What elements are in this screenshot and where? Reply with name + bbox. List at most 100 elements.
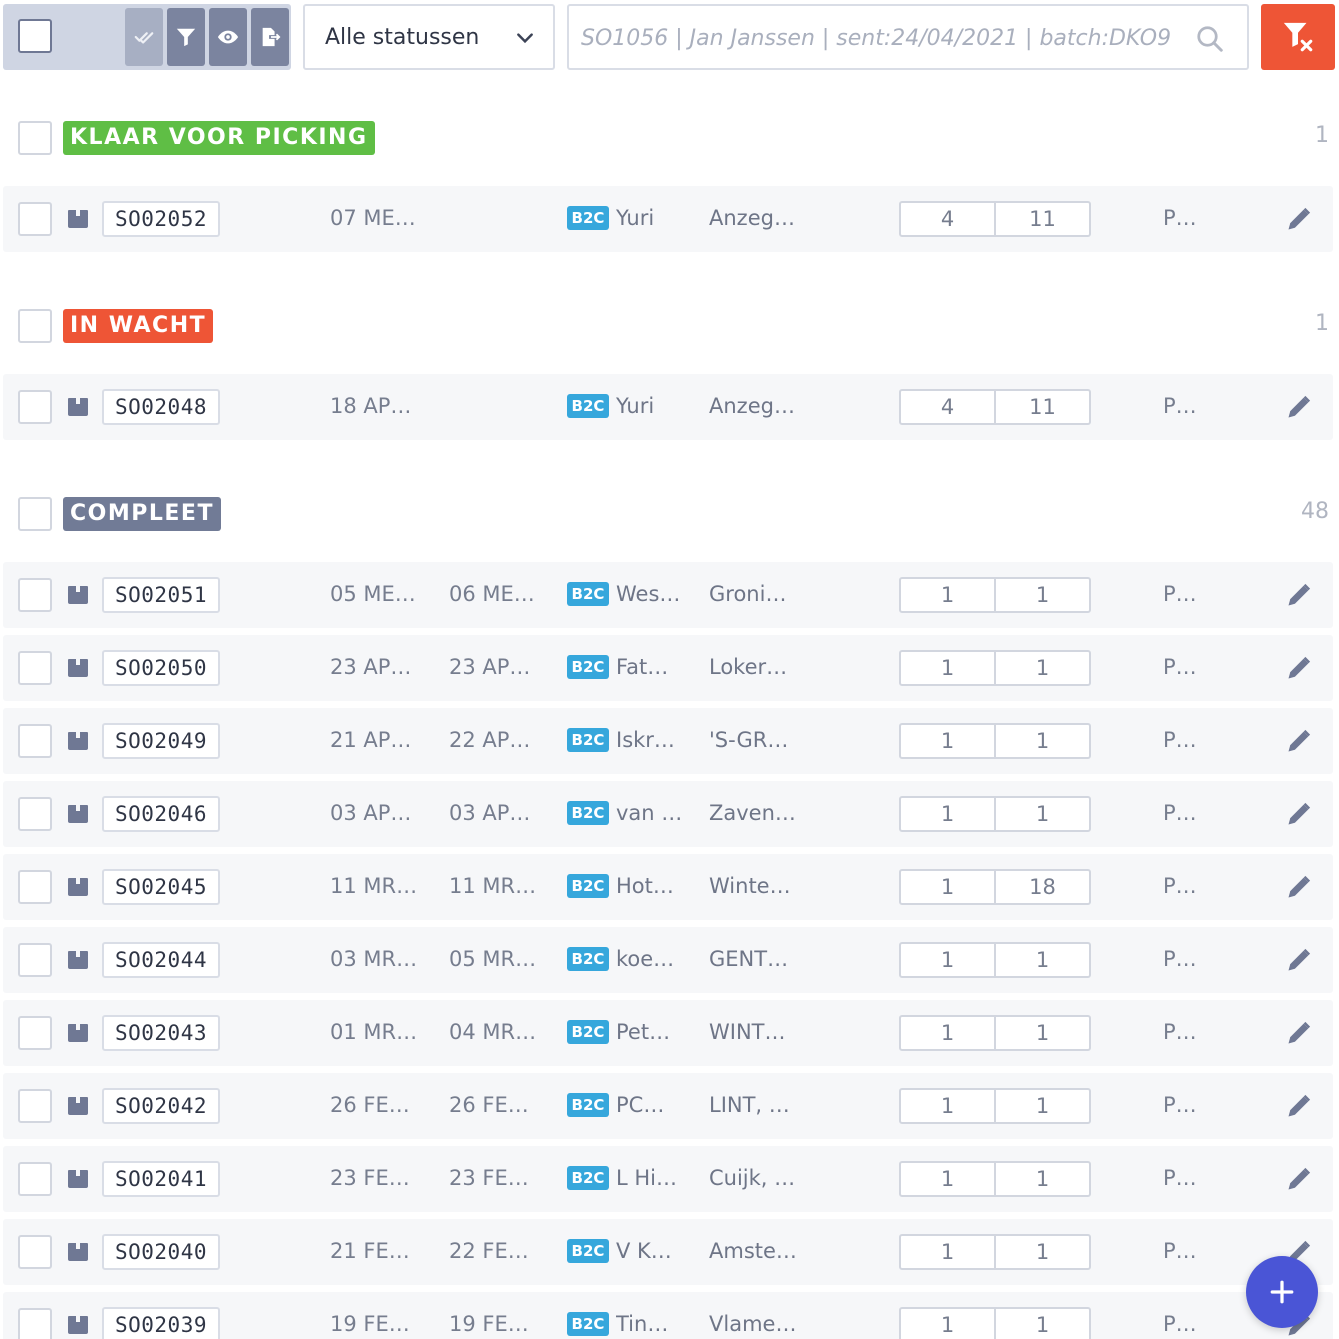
pencil-icon[interactable] <box>1285 393 1313 421</box>
pencil-icon[interactable] <box>1285 800 1313 828</box>
shipped-date: 23 AP… <box>449 655 531 679</box>
row-select-checkbox[interactable] <box>18 797 52 831</box>
item-count: 1 <box>1035 1313 1050 1337</box>
status-select-value: Alle statussen <box>325 24 480 50</box>
order-type-badge: B2C <box>567 582 609 606</box>
carrier-label: P… <box>1163 728 1197 752</box>
pencil-icon[interactable] <box>1285 654 1313 682</box>
order-number-link[interactable]: SO02049 <box>102 723 220 759</box>
order-row[interactable]: SO02041 23 FE… 23 FE… B2C L Hi… Cuijk, … 1 1 P… <box>3 1146 1333 1212</box>
customer-city: LINT, … <box>709 1093 790 1117</box>
package-icon <box>67 658 89 678</box>
line-count: 4 <box>901 203 996 235</box>
order-row[interactable]: SO02046 03 AP… 03 AP… B2C van … Zaven… 1 1 P… <box>3 781 1333 847</box>
row-select-checkbox[interactable] <box>18 651 52 685</box>
carrier-label: P… <box>1163 655 1197 679</box>
order-row[interactable]: SO02040 21 FE… 22 FE… B2C V K… Amste… 1 1 P… <box>3 1219 1333 1285</box>
order-number-link[interactable]: SO02042 <box>102 1088 220 1124</box>
row-select-checkbox[interactable] <box>18 1235 52 1269</box>
row-select-checkbox[interactable] <box>18 390 52 424</box>
group-select-checkbox[interactable] <box>18 497 52 531</box>
item-count: 1 <box>1035 1094 1050 1118</box>
add-order-button[interactable] <box>1246 1256 1318 1328</box>
item-count: 1 <box>1035 656 1050 680</box>
order-number-link[interactable]: SO02046 <box>102 796 220 832</box>
row-select-checkbox[interactable] <box>18 870 52 904</box>
order-number-link[interactable]: SO02052 <box>102 201 220 237</box>
order-row[interactable]: SO02048 18 AP… B2C Yuri Anzeg… 4 11 P… <box>3 374 1333 440</box>
row-select-checkbox[interactable] <box>18 943 52 977</box>
package-icon <box>67 804 89 824</box>
shipped-date: 19 FE… <box>449 1312 529 1336</box>
order-number-link[interactable]: SO02045 <box>102 869 220 905</box>
order-row[interactable]: SO02045 11 MR… 11 MR… B2C Hot… Winte… 1 18 P… <box>3 854 1333 920</box>
pencil-icon[interactable] <box>1285 205 1313 233</box>
pencil-icon[interactable] <box>1285 946 1313 974</box>
filter-icon <box>176 28 196 47</box>
row-select-checkbox[interactable] <box>18 202 52 236</box>
order-row[interactable]: SO02039 19 FE… 19 FE… B2C Tin… Vlame… 1 1 P… <box>3 1292 1333 1339</box>
status-select[interactable]: Alle statussen <box>303 4 555 70</box>
row-select-checkbox[interactable] <box>18 1016 52 1050</box>
order-number-link[interactable]: SO02043 <box>102 1015 220 1051</box>
pencil-icon[interactable] <box>1285 1092 1313 1120</box>
shipped-date: 22 FE… <box>449 1239 529 1263</box>
row-select-checkbox[interactable] <box>18 1089 52 1123</box>
shipped-date: 26 FE… <box>449 1093 529 1117</box>
quantity-box: 11 <box>899 1088 1091 1124</box>
select-all-checkbox[interactable] <box>18 19 52 53</box>
filter-button[interactable] <box>167 8 205 66</box>
order-number-link[interactable]: SO02044 <box>102 942 220 978</box>
order-row[interactable]: SO02049 21 AP… 22 AP… B2C Iskr… 'S-GR… 1 1 P… <box>3 708 1333 774</box>
order-type-badge: B2C <box>567 874 609 898</box>
export-file-icon <box>262 27 281 47</box>
group-header: COMPLEET 48 <box>3 489 1333 539</box>
row-select-checkbox[interactable] <box>18 578 52 612</box>
pencil-icon[interactable] <box>1285 873 1313 901</box>
group-select-checkbox[interactable] <box>18 309 52 343</box>
order-row[interactable]: SO02052 07 ME… B2C Yuri Anzeg… 4 11 P… <box>3 186 1333 252</box>
order-number-link[interactable]: SO02039 <box>102 1307 220 1339</box>
order-number-link[interactable]: SO02048 <box>102 389 220 425</box>
pencil-icon[interactable] <box>1285 1165 1313 1193</box>
order-number-link[interactable]: SO02050 <box>102 650 220 686</box>
order-row[interactable]: SO02051 05 ME… 06 ME… B2C Wes… Groni… 1 1 P… <box>3 562 1333 628</box>
line-count: 1 <box>901 579 996 611</box>
order-number-link[interactable]: SO02041 <box>102 1161 220 1197</box>
package-icon <box>67 1096 89 1116</box>
order-number-link[interactable]: SO02040 <box>102 1234 220 1270</box>
export-button[interactable] <box>251 8 289 66</box>
order-row[interactable]: SO02043 01 MR… 04 MR… B2C Pet… WINT… 1 1 P… <box>3 1000 1333 1066</box>
search-icon[interactable] <box>1195 24 1225 54</box>
view-button[interactable] <box>209 8 247 66</box>
double-check-icon <box>134 32 154 44</box>
row-select-checkbox[interactable] <box>18 1308 52 1339</box>
group-header: KLAAR VOOR PICKING 1 <box>3 113 1333 163</box>
item-count: 1 <box>1035 948 1050 972</box>
search-input[interactable] <box>581 18 1181 58</box>
row-select-checkbox[interactable] <box>18 724 52 758</box>
pencil-icon[interactable] <box>1285 1019 1313 1047</box>
group-select-checkbox[interactable] <box>18 121 52 155</box>
package-icon <box>67 1169 89 1189</box>
order-row[interactable]: SO02042 26 FE… 26 FE… B2C PC… LINT, … 1 1 P… <box>3 1073 1333 1139</box>
select-ready-button[interactable] <box>125 8 163 66</box>
order-date: 26 FE… <box>330 1093 410 1117</box>
quantity-box: 4 11 <box>899 389 1091 425</box>
pencil-icon[interactable] <box>1285 581 1313 609</box>
customer-city: GENT… <box>709 947 789 971</box>
line-count: 1 <box>901 1163 996 1195</box>
order-number-link[interactable]: SO02051 <box>102 577 220 613</box>
customer-city: WINT… <box>709 1020 786 1044</box>
order-row[interactable]: SO02044 03 MR… 05 MR… B2C koe… GENT… 1 1 P… <box>3 927 1333 993</box>
line-count: 1 <box>901 652 996 684</box>
order-row[interactable]: SO02050 23 AP… 23 AP… B2C Fat… Loker… 1 1 P… <box>3 635 1333 701</box>
row-select-checkbox[interactable] <box>18 1162 52 1196</box>
carrier-label: P… <box>1163 947 1197 971</box>
clear-filter-button[interactable] <box>1261 4 1335 70</box>
group-count: 1 <box>1315 311 1329 336</box>
item-count: 11 <box>1029 395 1056 419</box>
pencil-icon[interactable] <box>1285 727 1313 755</box>
customer-city: Cuijk, … <box>709 1166 796 1190</box>
group-status-badge: KLAAR VOOR PICKING <box>63 121 375 155</box>
